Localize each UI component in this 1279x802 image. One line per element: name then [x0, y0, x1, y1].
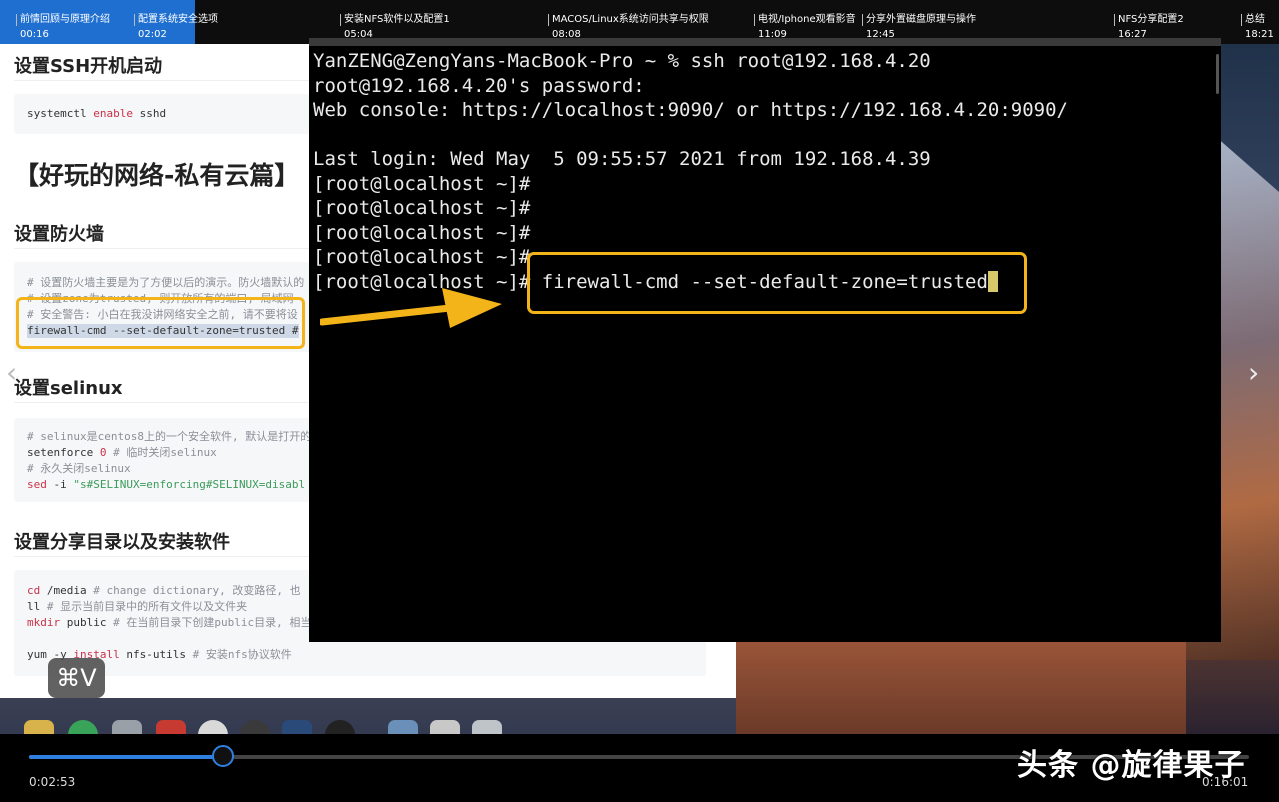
chapter-title: 电视/Iphone观看影音 — [754, 14, 856, 26]
terminal-line: [root@localhost ~]# — [313, 197, 531, 219]
chapter-title: 安装NFS软件以及配置1 — [340, 14, 450, 26]
code-line: # 设置防火墙主要是为了方便以后的演示。防火墙默认的 — [27, 276, 305, 289]
heading-firewall: 设置防火墙 — [14, 224, 104, 245]
seek-handle[interactable] — [212, 745, 234, 767]
seek-bar-progress — [29, 755, 224, 759]
code-line: # 永久关闭selinux — [27, 462, 131, 475]
chapter-title: 总结 — [1241, 14, 1265, 26]
keyboard-shortcut-badge: ⌘V — [48, 658, 105, 698]
chapter-time: 00:16 — [20, 29, 49, 40]
terminal-window[interactable]: YanZENG@ZengYans-MacBook-Pro ~ % ssh roo… — [309, 38, 1221, 642]
code-line: systemctl enable sshd — [27, 107, 167, 120]
code-line: ll # 显示当前目录中的所有文件以及文件夹 — [27, 600, 248, 613]
chapter-time: 02:02 — [138, 29, 167, 40]
terminal-line: [root@localhost ~]# — [313, 246, 531, 268]
dock — [0, 698, 736, 734]
terminal-titlebar[interactable] — [309, 38, 1221, 46]
terminal-line: root@192.168.4.20's password: — [313, 75, 645, 97]
heading-section: 【好玩的网络-私有云篇】 — [14, 161, 300, 190]
code-line: # selinux是centos8上的一个安全软件, 默认是打开的 — [27, 430, 312, 443]
code-line: mkdir public # 在当前目录下创建public目录, 相当 — [27, 616, 312, 629]
chapter-time: 18:21 — [1245, 29, 1274, 40]
terminal-line: Web console: https://localhost:9090/ or … — [313, 99, 1068, 121]
terminal-line: [root@localhost ~]# — [313, 173, 531, 195]
highlight-box-command — [527, 252, 1027, 314]
code-line: cd /media # change dictionary, 改变路径, 也 — [27, 584, 301, 597]
terminal-line: Last login: Wed May 5 09:55:57 2021 from… — [313, 148, 931, 170]
next-arrow-icon[interactable]: › — [1248, 356, 1259, 389]
heading-selinux: 设置selinux — [14, 378, 123, 399]
chapter-title: 前情回顾与原理介绍 — [16, 14, 110, 26]
heading-share: 设置分享目录以及安装软件 — [14, 532, 230, 553]
code-line: setenforce 0 # 临时关闭selinux — [27, 446, 217, 459]
terminal-line: YanZENG@ZengYans-MacBook-Pro ~ % ssh roo… — [313, 50, 931, 72]
highlight-box-firewall — [16, 297, 305, 349]
chapter-title: NFS分享配置2 — [1114, 14, 1184, 26]
current-time: 0:02:53 — [29, 775, 76, 789]
code-line: sed -i "s#SELINUX=enforcing#SELINUX=disa… — [27, 478, 306, 491]
chapter-title: 配置系统安全选项 — [134, 14, 218, 26]
watermark: 头条 @旋律果子 — [1017, 748, 1246, 783]
heading-ssh: 设置SSH开机启动 — [14, 56, 163, 77]
chapter-title: MACOS/Linux系统访问共享与权限 — [548, 14, 709, 26]
terminal-line: [root@localhost ~]# — [313, 222, 531, 244]
prev-arrow-icon[interactable]: ‹ — [6, 356, 17, 389]
terminal-scrollbar[interactable] — [1216, 54, 1219, 94]
pointer-arrow-icon — [320, 288, 502, 328]
chapter-title: 分享外置磁盘原理与操作 — [862, 14, 976, 26]
